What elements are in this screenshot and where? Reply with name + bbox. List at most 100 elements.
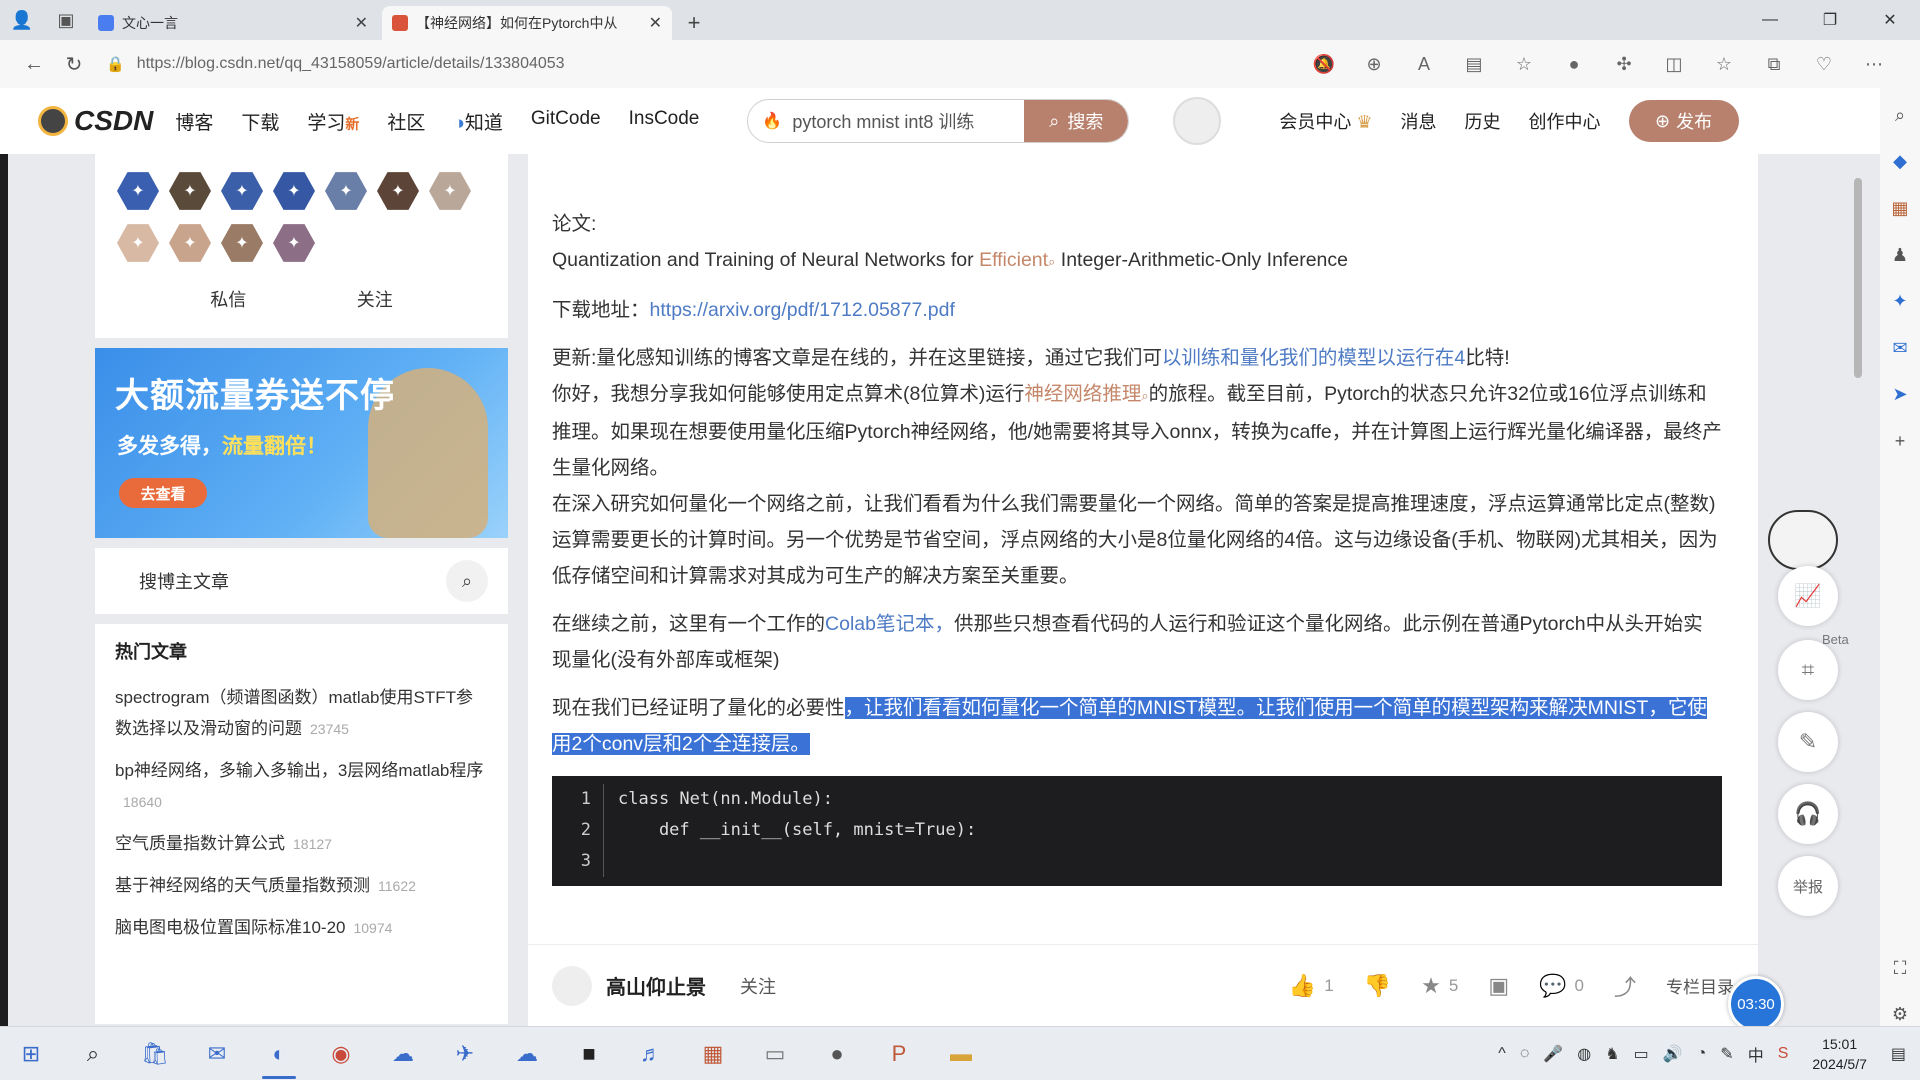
more-menu-icon[interactable]: ⋯ xyxy=(1856,46,1892,82)
pycharm-icon[interactable]: ■ xyxy=(558,1027,620,1080)
hot-article-item[interactable]: bp神经网络，多输入多输出，3层网络matlab程序 18640 xyxy=(115,755,488,818)
cloud-app-icon[interactable]: ☁ xyxy=(496,1027,558,1080)
messages-link[interactable]: 消息 xyxy=(1401,108,1437,134)
browser-tab-wenxin[interactable]: 文心一言 ✕ xyxy=(88,6,378,40)
user-avatar[interactable] xyxy=(1173,97,1222,145)
toolbox-icon[interactable]: ▦ xyxy=(1886,197,1914,220)
private-message-button[interactable]: 私信 xyxy=(210,286,246,312)
star-badge-icon[interactable]: ✦ xyxy=(325,172,367,210)
publish-button[interactable]: ⊕ 发布 xyxy=(1628,100,1739,142)
copilot-icon[interactable]: ✦ xyxy=(1886,290,1914,313)
media-icon[interactable]: ● xyxy=(806,1027,868,1080)
close-window-icon[interactable]: ✕ xyxy=(1860,0,1920,40)
reward-button[interactable]: ▣ xyxy=(1488,973,1509,999)
chrome-icon[interactable]: ◉ xyxy=(310,1027,372,1080)
url-field[interactable]: 🔒 https://blog.csdn.net/qq_43158059/arti… xyxy=(106,55,1146,73)
arxiv-link[interactable]: https://arxiv.org/pdf/1712.05877.pdf xyxy=(650,299,955,321)
microphone-icon[interactable]: 🎤 xyxy=(1543,1044,1563,1064)
like-button[interactable]: 👍 1 xyxy=(1289,973,1334,999)
feishu-icon[interactable]: ✈ xyxy=(434,1027,496,1080)
reader-mode-icon[interactable]: ▤ xyxy=(1456,46,1492,82)
chevron-up-icon[interactable]: ^ xyxy=(1498,1045,1506,1063)
chat-badge-icon[interactable]: ✦ xyxy=(273,224,315,262)
csdn-logo[interactable]: CSDN xyxy=(38,105,153,137)
report-button[interactable]: 举报 xyxy=(1778,856,1838,916)
add-icon[interactable]: + xyxy=(1886,430,1914,453)
windows-start-icon[interactable]: ⊞ xyxy=(0,1027,62,1080)
nav-blog[interactable]: 博客 xyxy=(175,108,213,135)
tag-icon[interactable]: ◆ xyxy=(1886,151,1914,174)
nav-zhidao[interactable]: ◑知道 xyxy=(453,108,503,135)
author-article-search[interactable]: 搜博主文章 ⌕ xyxy=(95,548,508,614)
edge-browser-icon[interactable]: ◐ xyxy=(248,1027,310,1080)
hot-article-item[interactable]: spectrogram（频谱图函数）matlab使用STFT参数选择以及滑动窗的… xyxy=(115,682,488,745)
author-avatar[interactable] xyxy=(552,965,592,1006)
nav-learn[interactable]: 学习新 xyxy=(307,108,359,135)
search-icon[interactable]: ⌕ xyxy=(1886,104,1914,127)
send-icon[interactable]: ➤ xyxy=(1886,384,1914,407)
tab-actions-icon[interactable]: ▣ xyxy=(44,0,88,40)
battery-icon[interactable]: ▭ xyxy=(1634,1044,1649,1064)
scan-icon[interactable]: ⌗ xyxy=(1778,640,1838,700)
nn-inference-keyword-link[interactable]: 神经网络推理⌕ xyxy=(1024,383,1148,405)
read-aloud-icon[interactable]: A xyxy=(1406,46,1442,82)
comment-button[interactable]: 💬 0 xyxy=(1539,973,1584,999)
history-link[interactable]: 历史 xyxy=(1465,108,1501,134)
profile-icon[interactable]: 👤 xyxy=(0,0,44,40)
colab-notebook-link[interactable]: Colab笔记本， xyxy=(825,613,954,635)
banner-view-button[interactable]: 去查看 xyxy=(119,478,207,508)
page-scrollbar[interactable] xyxy=(1854,178,1862,378)
hot-article-item[interactable]: 脑电图电极位置国际标准10-20 10974 xyxy=(115,912,488,944)
ai-assistant-mascot-icon[interactable] xyxy=(1768,510,1838,570)
hot-article-item[interactable]: 基于神经网络的天气质量指数预测 11622 xyxy=(115,870,488,902)
browser-tab-csdn[interactable]: 【神经网络】如何在Pytorch中从 ✕ xyxy=(382,6,672,40)
calculator-icon[interactable]: ▦ xyxy=(682,1027,744,1080)
hot-article-item[interactable]: 空气质量指数计算公式 18127 xyxy=(115,828,488,860)
graduate-badge-icon[interactable]: ✦ xyxy=(169,172,211,210)
nav-download[interactable]: 下载 xyxy=(241,108,279,135)
tray-app-icon[interactable]: ♞ xyxy=(1605,1044,1619,1064)
minimize-icon[interactable]: — xyxy=(1740,0,1800,40)
zoom-icon[interactable]: ⊕ xyxy=(1356,46,1392,82)
search-icon[interactable]: ⌕ xyxy=(446,560,488,602)
back-button[interactable]: ← xyxy=(14,46,54,82)
store-icon[interactable]: 🛍 xyxy=(124,1027,186,1080)
favorite-star-icon[interactable]: ☆ xyxy=(1506,46,1542,82)
mail-icon[interactable]: ✉ xyxy=(186,1027,248,1080)
close-tab-icon[interactable]: ✕ xyxy=(355,13,368,33)
split-screen-icon[interactable]: ◫ xyxy=(1656,46,1692,82)
notifications-off-icon[interactable]: 🔕 xyxy=(1306,46,1342,82)
share-button[interactable]: ⤴ xyxy=(1614,970,1636,1002)
games-icon[interactable]: ♟ xyxy=(1886,244,1914,267)
promo-banner[interactable]: 大额流量券送不停 多发多得，流量翻倍！ 去查看 xyxy=(95,348,508,538)
pen-icon[interactable]: ✎ xyxy=(1720,1044,1733,1064)
outlook-icon[interactable]: ✉ xyxy=(1886,337,1914,360)
extension-icon[interactable]: ● xyxy=(1556,46,1592,82)
sogou-icon[interactable]: S xyxy=(1778,1045,1789,1063)
tray-app-icon[interactable]: ◍ xyxy=(1577,1044,1591,1064)
customer-service-icon[interactable]: 🎧 xyxy=(1778,784,1838,844)
file-explorer-icon[interactable]: ▬ xyxy=(930,1027,992,1080)
wifi-icon[interactable]: ◔ xyxy=(1697,1045,1707,1063)
creator-center-link[interactable]: 创作中心 xyxy=(1529,108,1601,134)
refresh-button[interactable]: ↻ xyxy=(54,46,94,82)
rocket-badge-icon[interactable]: ✦ xyxy=(273,172,315,210)
chat-app-icon[interactable]: ☁ xyxy=(372,1027,434,1080)
nav-inscode[interactable]: InsCode xyxy=(629,108,700,135)
efficient-keyword-link[interactable]: Efficient⌕ xyxy=(979,249,1055,271)
dislike-button[interactable]: 👎 xyxy=(1364,973,1391,999)
browser-essentials-icon[interactable]: ♡ xyxy=(1806,46,1842,82)
github-badge-icon[interactable]: ✦ xyxy=(429,172,471,210)
app-icon[interactable]: ♬ xyxy=(620,1027,682,1080)
medal-badge-icon[interactable]: ✦ xyxy=(377,172,419,210)
restore-icon[interactable]: ❐ xyxy=(1800,0,1860,40)
settings-gear-icon[interactable]: ⚙ xyxy=(1886,1003,1914,1026)
powerpoint-icon[interactable]: P xyxy=(868,1027,930,1080)
timer-badge[interactable]: 03:30 xyxy=(1728,976,1784,1032)
rocket-badge-icon[interactable]: ✦ xyxy=(221,172,263,210)
close-tab-icon[interactable]: ✕ xyxy=(649,13,662,33)
footer-follow-button[interactable]: 关注 xyxy=(740,973,776,999)
rocket-badge-icon[interactable]: ✦ xyxy=(117,172,159,210)
nav-community[interactable]: 社区 xyxy=(387,108,425,135)
tray-app-icon[interactable]: ◌ xyxy=(1520,1045,1530,1063)
